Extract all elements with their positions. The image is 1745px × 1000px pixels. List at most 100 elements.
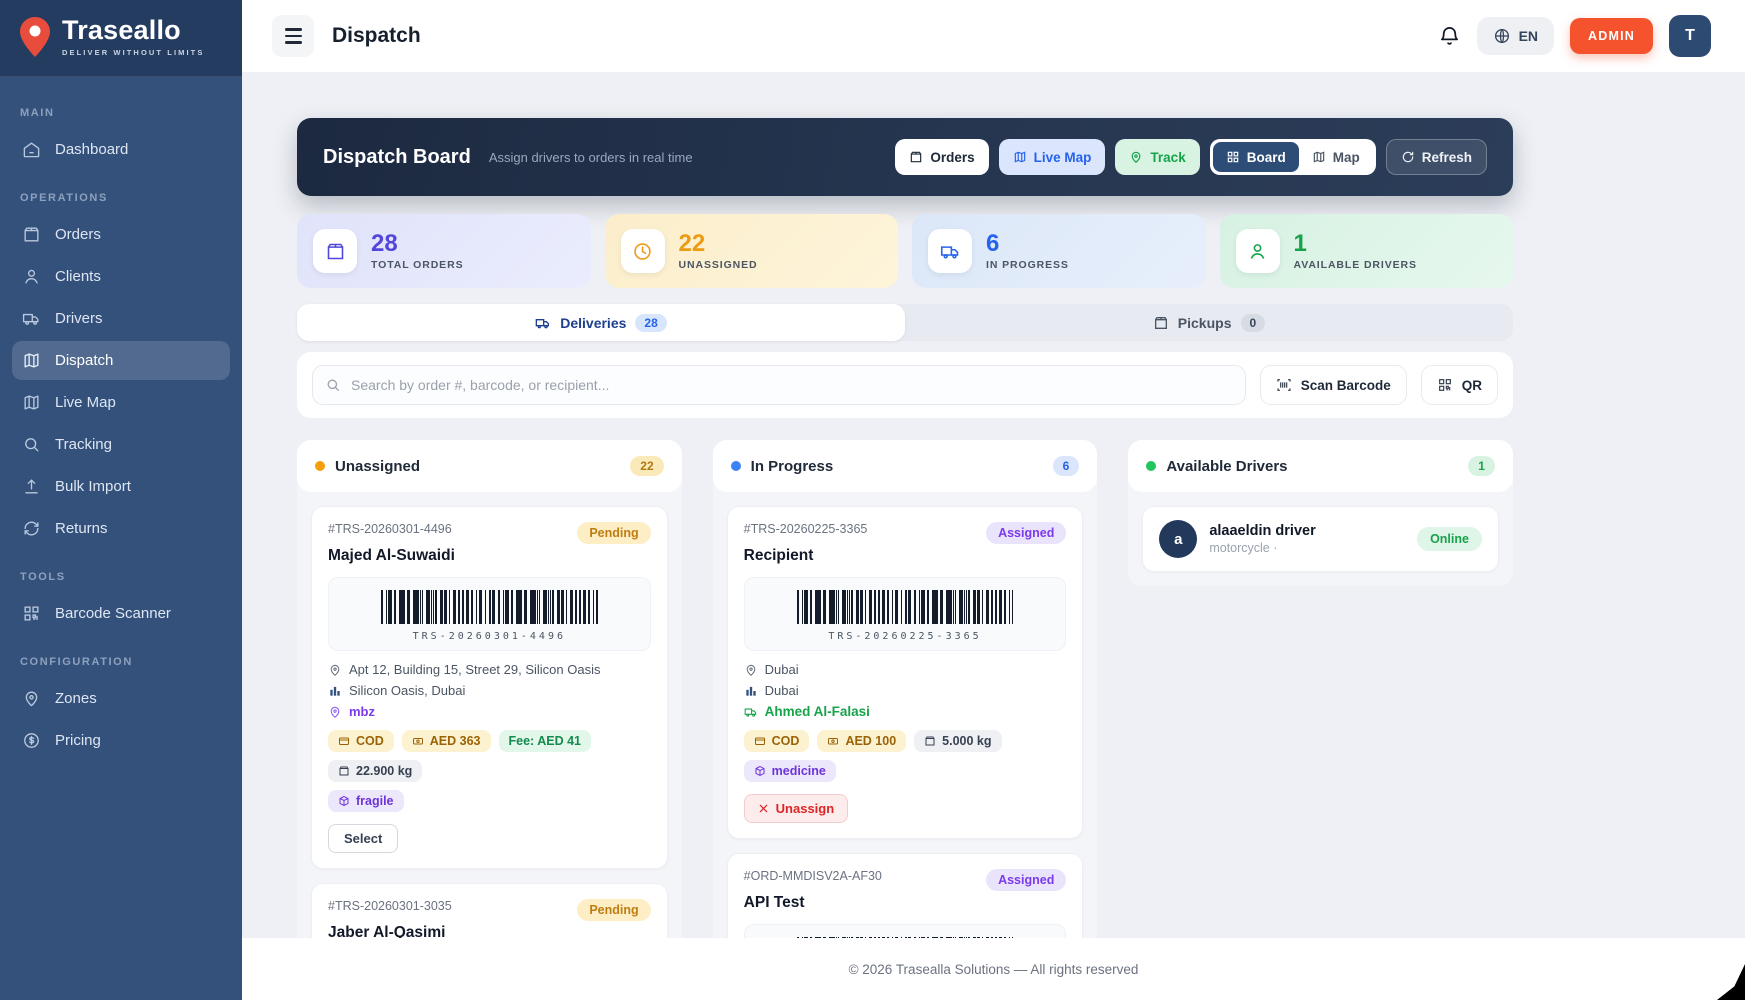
brand-tagline: DELIVER WITHOUT LIMITS	[62, 48, 204, 57]
pin-icon	[1129, 150, 1143, 164]
sidebar-item-label: Clients	[55, 268, 101, 285]
brand-name: Traseallo	[62, 17, 204, 44]
truck-icon	[535, 315, 551, 331]
user-avatar[interactable]: T	[1669, 15, 1711, 57]
package-icon	[909, 150, 923, 164]
fragile-tag: fragile	[328, 790, 404, 812]
stat-available-drivers: 1 AVAILABLE DRIVERS	[1220, 214, 1514, 288]
sidebar-item-zones[interactable]: Zones	[12, 679, 230, 718]
driver-list-item[interactable]: a alaaeldin driver motorcycle · Online	[1142, 506, 1499, 572]
board-view-button[interactable]: Board	[1213, 142, 1299, 172]
pin-icon	[744, 663, 758, 677]
weight-tag: 22.900 kg	[328, 760, 422, 782]
city-row: Silicon Oasis, Dubai	[328, 683, 651, 698]
stat-value: 6	[986, 231, 1069, 256]
barcode-text: TRS-20260301-4496	[339, 631, 640, 642]
search-panel: Scan Barcode QR	[297, 352, 1513, 418]
language-selector[interactable]: EN	[1477, 17, 1554, 55]
nav-section-configuration: CONFIGURATION	[0, 636, 242, 676]
dispatch-board-header: Dispatch Board Assign drivers to orders …	[297, 118, 1513, 196]
sidebar-item-bulk-import[interactable]: Bulk Import	[12, 467, 230, 506]
stat-value: 28	[371, 231, 463, 256]
copyright-text: © 2026 Trasealla Solutions — All rights …	[849, 962, 1139, 977]
address-text: Apt 12, Building 15, Street 29, Silicon …	[349, 662, 600, 677]
search-input[interactable]	[312, 365, 1246, 405]
orders-button[interactable]: Orders	[895, 139, 988, 175]
board-subtitle: Assign drivers to orders in real time	[489, 150, 693, 165]
sidebar-item-live-map[interactable]: Live Map	[12, 383, 230, 422]
select-button[interactable]: Select	[328, 824, 398, 853]
stat-in-progress: 6 IN PROGRESS	[912, 214, 1206, 288]
map-icon	[1013, 150, 1027, 164]
deliveries-count-badge: 28	[635, 314, 666, 332]
sidebar-item-tracking[interactable]: Tracking	[12, 425, 230, 464]
sidebar-item-dashboard[interactable]: Dashboard	[12, 130, 230, 169]
drivers-count-badge: 1	[1468, 456, 1495, 476]
footer: © 2026 Trasealla Solutions — All rights …	[242, 938, 1745, 1000]
pin-icon	[328, 663, 342, 677]
track-button-label: Track	[1150, 150, 1185, 165]
truck-icon	[940, 241, 961, 262]
barcode: TRS-20260225-3365	[744, 577, 1067, 651]
dispatch-columns: Unassigned 22 #TRS-20260301-4496 Pending…	[297, 440, 1513, 938]
banknote-icon	[412, 735, 424, 747]
column-title: In Progress	[751, 458, 834, 475]
sidebar-item-label: Dispatch	[55, 352, 113, 369]
recipient-name: Majed Al-Suwaidi	[328, 547, 651, 565]
tab-pickups-label: Pickups	[1178, 315, 1232, 331]
brand-logo[interactable]: Traseallo DELIVER WITHOUT LIMITS	[0, 0, 242, 77]
x-icon	[758, 803, 769, 814]
sidebar-item-dispatch[interactable]: Dispatch	[12, 341, 230, 380]
status-badge: Pending	[577, 899, 650, 921]
tab-pickups[interactable]: Pickups 0	[905, 304, 1513, 341]
package-icon	[22, 225, 41, 244]
map-view-button[interactable]: Map	[1299, 142, 1373, 172]
home-icon	[22, 140, 41, 159]
refresh-button[interactable]: Refresh	[1386, 139, 1487, 175]
order-id: #TRS-20260225-3365	[744, 522, 868, 536]
sidebar-item-clients[interactable]: Clients	[12, 257, 230, 296]
content-scroll-area[interactable]: Dispatch Board Assign drivers to orders …	[242, 72, 1745, 938]
orders-button-label: Orders	[930, 150, 974, 165]
recipient-name: Recipient	[744, 547, 1067, 565]
city-text: Dubai	[765, 683, 799, 698]
globe-icon	[1493, 27, 1511, 45]
amount-tag: AED 363	[402, 730, 491, 752]
tab-deliveries[interactable]: Deliveries 28	[297, 304, 905, 341]
order-card[interactable]: #TRS-20260301-3035 Pending Jaber Al-Qasi…	[311, 883, 668, 938]
track-button[interactable]: Track	[1115, 139, 1199, 175]
zone-row: mbz	[328, 704, 651, 719]
address-text: Dubai	[765, 662, 799, 677]
recipient-name: Jaber Al-Qasimi	[328, 924, 651, 938]
column-title: Available Drivers	[1166, 458, 1287, 475]
sidebar-item-drivers[interactable]: Drivers	[12, 299, 230, 338]
unassign-button[interactable]: Unassign	[744, 794, 849, 823]
cod-tag: COD	[328, 730, 394, 752]
medicine-tag: medicine	[744, 760, 836, 782]
admin-role-button[interactable]: ADMIN	[1570, 18, 1653, 54]
order-card[interactable]: #TRS-20260225-3365 Assigned Recipient TR…	[727, 506, 1084, 839]
search-icon	[325, 377, 341, 393]
search-icon	[22, 435, 41, 454]
orange-status-dot	[315, 461, 325, 471]
menu-toggle-button[interactable]	[272, 15, 314, 57]
order-card[interactable]: #TRS-20260301-4496 Pending Majed Al-Suwa…	[311, 506, 668, 869]
notifications-button[interactable]	[1438, 25, 1461, 48]
online-status-badge: Online	[1417, 527, 1482, 551]
box-icon	[754, 765, 766, 777]
column-in-progress: In Progress 6 #TRS-20260225-3365 Assigne…	[713, 440, 1098, 938]
live-map-button-label: Live Map	[1034, 150, 1092, 165]
sidebar-item-orders[interactable]: Orders	[12, 215, 230, 254]
order-card[interactable]: #ORD-MMDISV2A-AF30 Assigned API Test	[727, 853, 1084, 938]
stats-row: 28 TOTAL ORDERS 22 UNASSIGNED 6 IN PRO	[297, 214, 1513, 288]
live-map-button[interactable]: Live Map	[999, 139, 1106, 175]
stat-value: 22	[679, 231, 758, 256]
scan-barcode-button[interactable]: Scan Barcode	[1260, 365, 1407, 405]
sidebar-item-barcode-scanner[interactable]: Barcode Scanner	[12, 594, 230, 633]
nav-section-operations: OPERATIONS	[0, 172, 242, 212]
cod-tag: COD	[744, 730, 810, 752]
sidebar-item-pricing[interactable]: Pricing	[12, 721, 230, 760]
qr-button[interactable]: QR	[1421, 365, 1498, 405]
stat-label: AVAILABLE DRIVERS	[1294, 259, 1417, 271]
sidebar-item-returns[interactable]: Returns	[12, 509, 230, 548]
